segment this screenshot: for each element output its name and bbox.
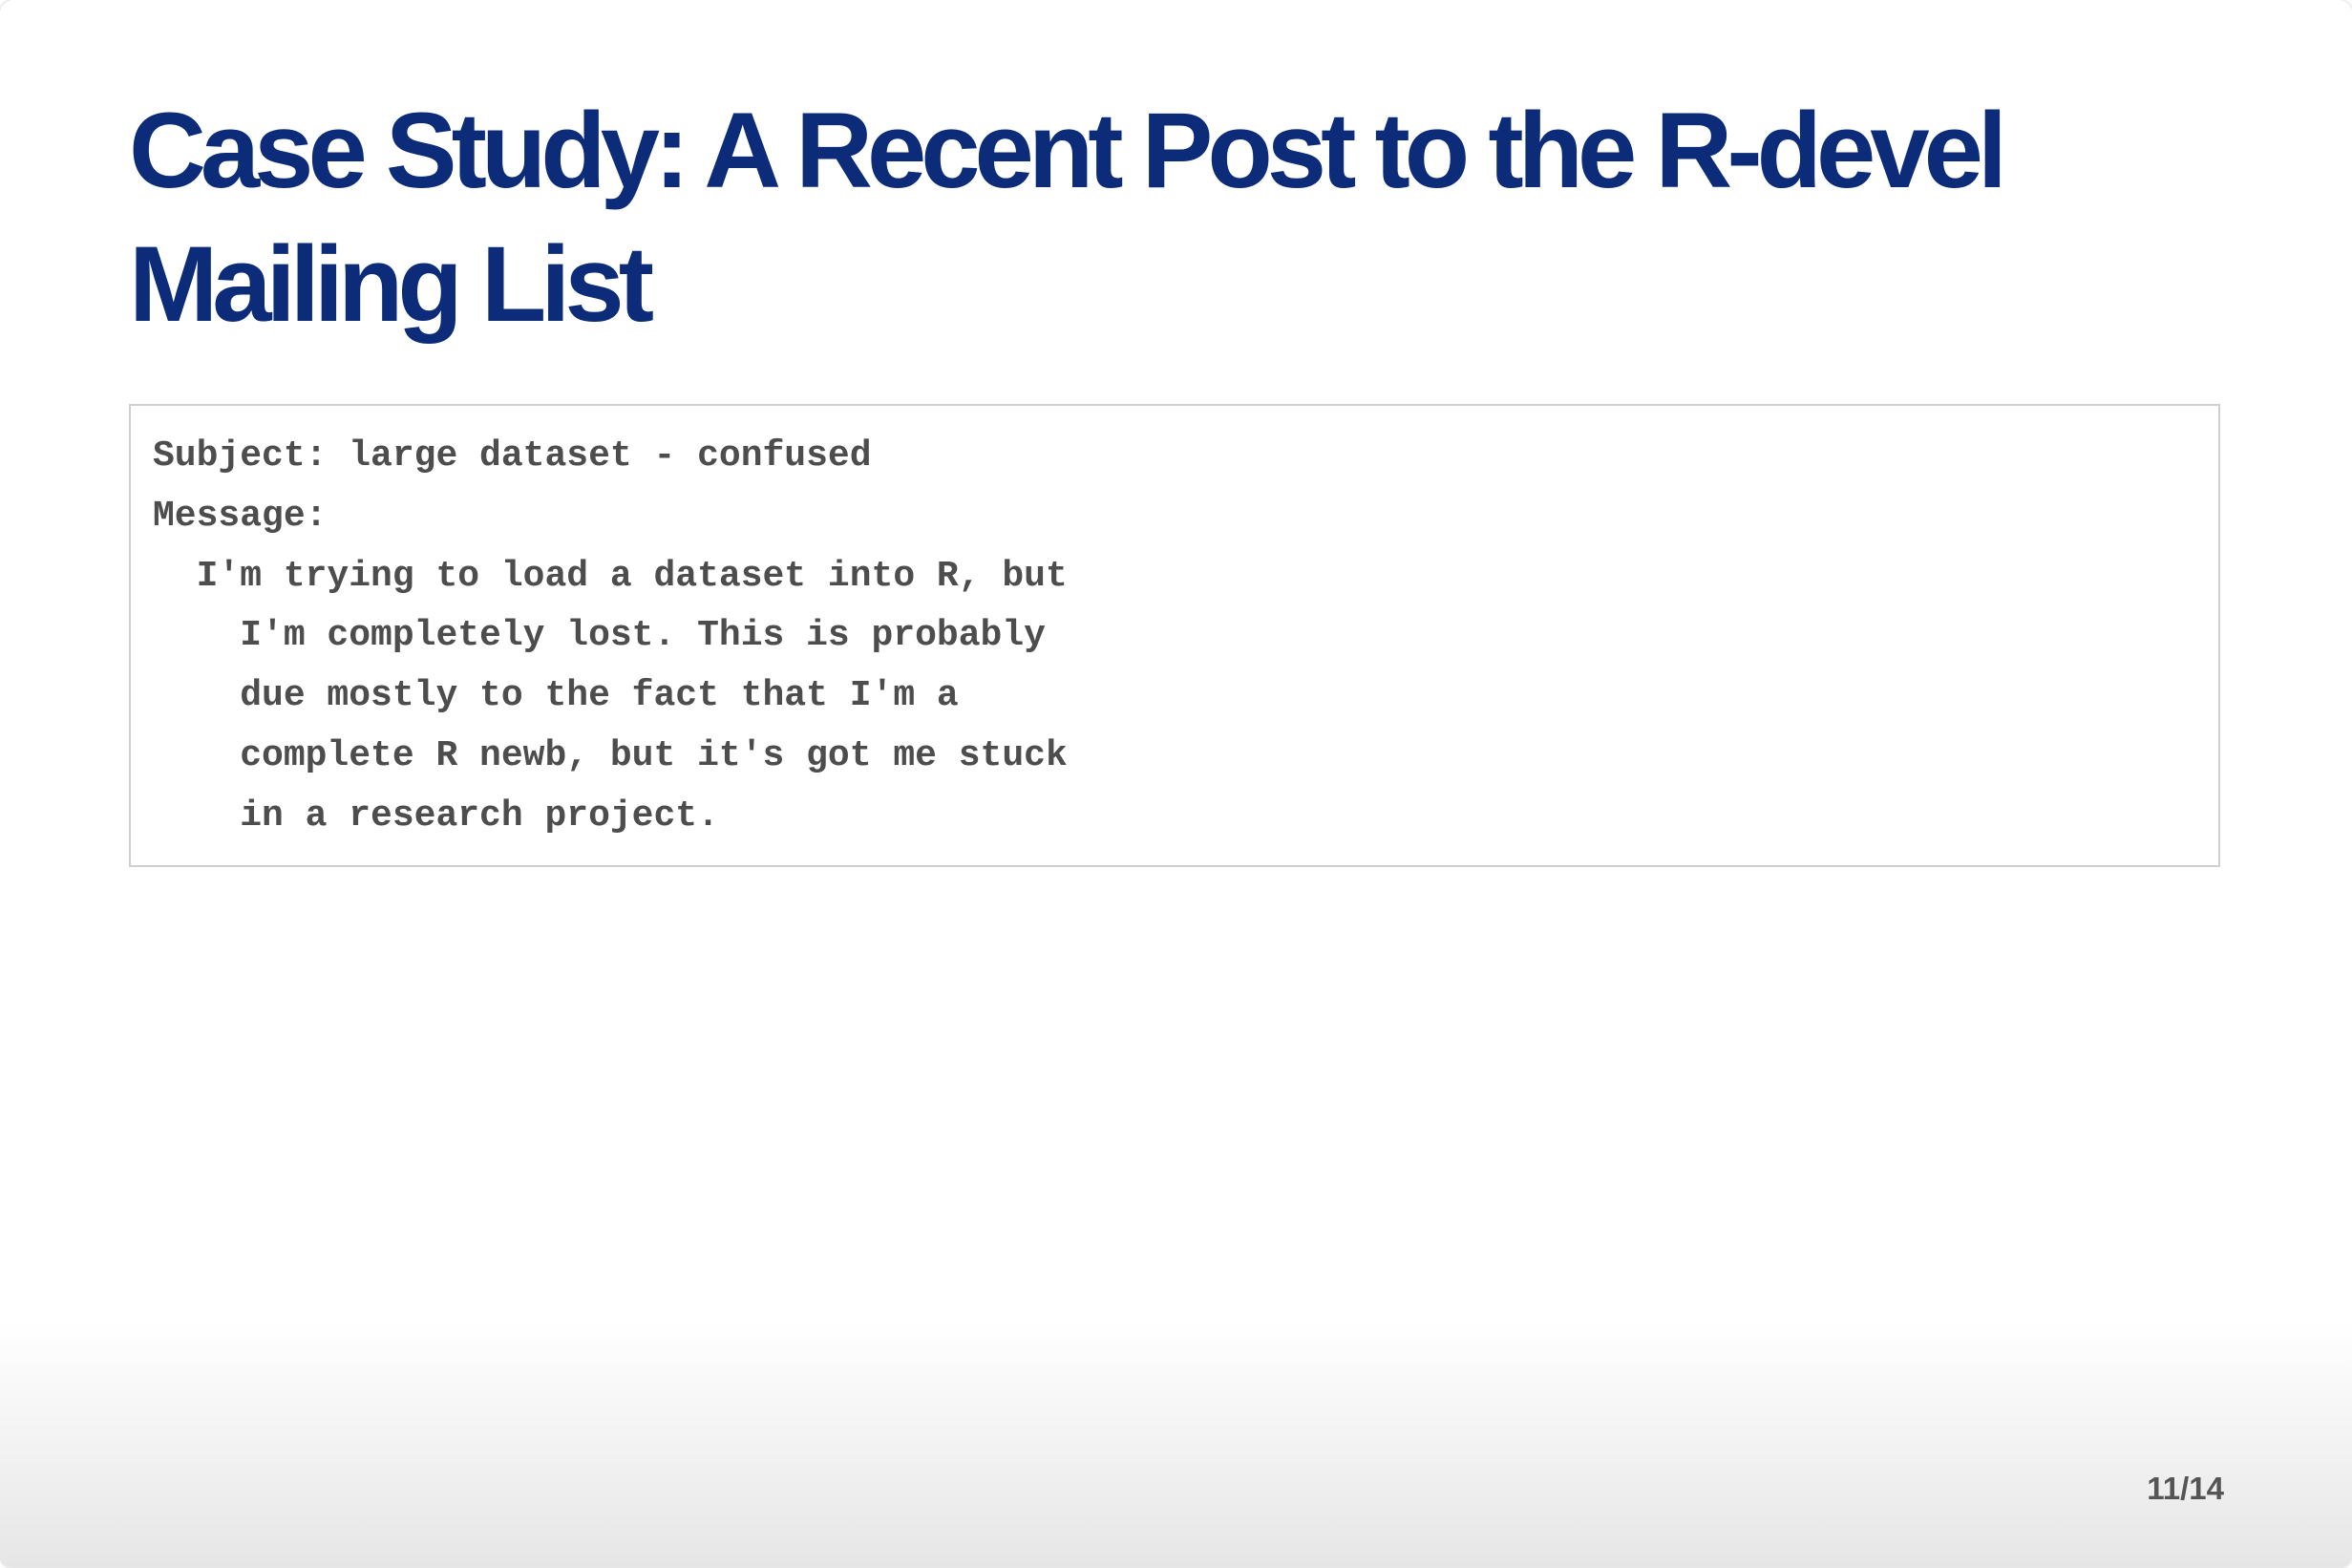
code-line-subject: Subject: large dataset - confused — [153, 435, 872, 477]
code-line-message-5: in a research project. — [153, 795, 719, 837]
page-number: 11/14 — [2147, 1471, 2224, 1506]
code-line-message-label: Message: — [153, 495, 328, 537]
slide: Case Study: A Recent Post to the R-devel… — [0, 0, 2352, 1568]
code-text: Subject: large dataset - confused Message… — [153, 427, 1068, 847]
slide-title: Case Study: A Recent Post to the R-devel… — [129, 91, 2007, 344]
code-block: Subject: large dataset - confused Message… — [129, 404, 2220, 867]
code-line-message-4: complete R newb, but it's got me stuck — [153, 734, 1068, 776]
code-line-message-3: due mostly to the fact that I'm a — [153, 675, 959, 717]
code-line-message-2: I'm completely lost. This is probably — [153, 615, 1046, 657]
code-line-message-1: I'm trying to load a dataset into R, but — [153, 555, 1068, 597]
